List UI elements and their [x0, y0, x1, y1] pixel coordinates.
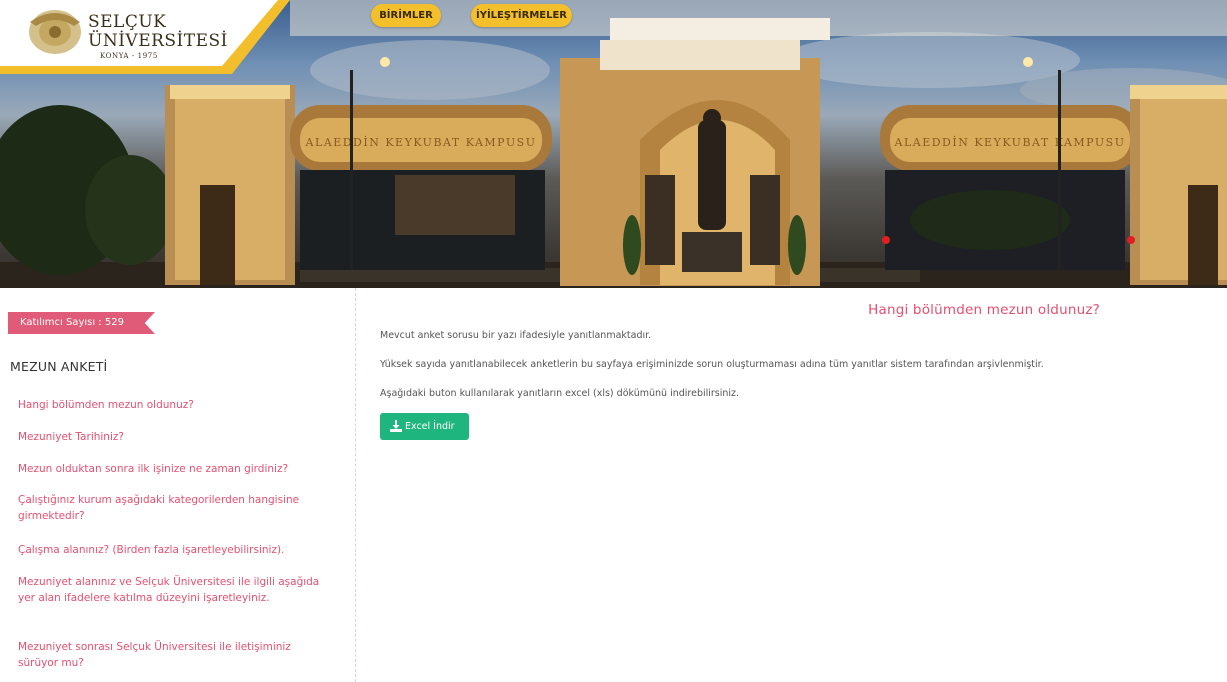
logo-name-line1: SELÇUK — [88, 12, 167, 32]
university-logo[interactable]: SELÇUK ÜNİVERSİTESİ KONYA - 1975 — [0, 0, 290, 74]
question-link-6[interactable]: Mezuniyet alanınız ve Selçuk Üniversites… — [18, 575, 323, 606]
sidebar: Katılımcı Sayısı : 529 MEZUN ANKETİ Hang… — [0, 288, 356, 682]
survey-title: MEZUN ANKETİ — [10, 359, 108, 374]
excel-download-button[interactable]: Excel İndir — [380, 413, 469, 440]
info-paragraph-2: Yüksek sayıda yanıtlanabilecek anketleri… — [380, 359, 1044, 370]
participant-count-badge: Katılımcı Sayısı : 529 — [8, 312, 155, 334]
download-icon — [390, 420, 402, 432]
nav-birimler-button[interactable]: BİRİMLER — [371, 4, 441, 27]
nav-iyilestirmeler-button[interactable]: İYİLEŞTİRMELER — [471, 4, 572, 27]
question-link-2[interactable]: Mezuniyet Tarihiniz? — [18, 430, 124, 446]
question-link-7[interactable]: Mezuniyet sonrası Selçuk Üniversitesi il… — [18, 640, 323, 671]
question-link-4[interactable]: Çalıştığınız kurum aşağıdaki kategoriler… — [18, 493, 323, 524]
excel-download-label: Excel İndir — [405, 421, 455, 432]
logo-name-line2: ÜNİVERSİTESİ — [88, 31, 228, 51]
gate-sign-left: ALAEDDİN KEYKUBAT KAMPUSU — [305, 135, 537, 149]
question-link-3[interactable]: Mezun olduktan sonra ilk işinize ne zama… — [18, 462, 288, 478]
info-paragraph-3: Aşağıdaki buton kullanılarak yanıtların … — [380, 388, 740, 399]
university-emblem-icon — [29, 10, 81, 54]
header-banner: ALAEDDİN KEYKUBAT KAMPUSU ALAEDDİN KEYKU… — [0, 0, 1227, 288]
question-link-1[interactable]: Hangi bölümden mezun oldunuz? — [18, 398, 194, 414]
question-link-5[interactable]: Çalışma alanınız? (Birden fazla işaretle… — [18, 543, 284, 559]
logo-city-line: KONYA - 1975 — [100, 52, 158, 60]
gate-sign-right: ALAEDDİN KEYKUBAT KAMPUSU — [894, 135, 1126, 149]
info-paragraph-1: Mevcut anket sorusu bir yazı ifadesiyle … — [380, 330, 652, 341]
question-title: Hangi bölümden mezun oldunuz? — [868, 302, 1100, 318]
